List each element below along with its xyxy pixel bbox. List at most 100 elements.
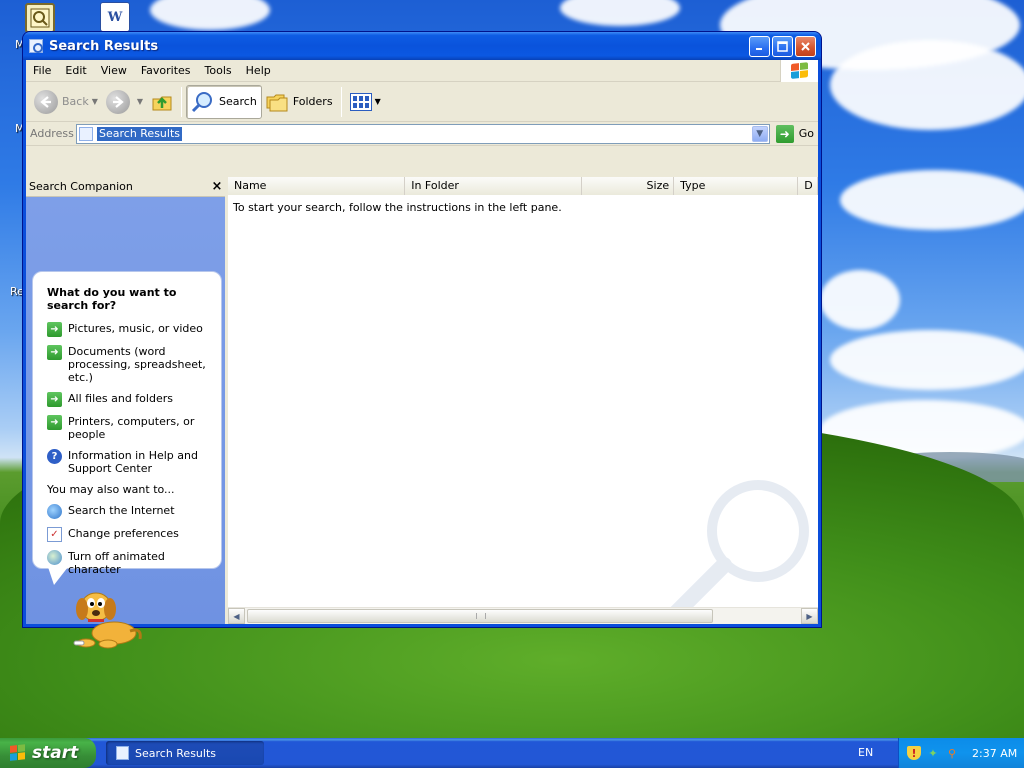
close-button[interactable]	[795, 35, 816, 57]
close-pane-icon[interactable]: ×	[209, 179, 225, 194]
help-icon: ?	[47, 449, 62, 464]
up-folder-button[interactable]	[147, 85, 177, 119]
minimize-icon	[755, 48, 762, 50]
arrow-right-icon: ➜	[47, 392, 62, 407]
toolbar-separator	[340, 86, 342, 117]
menu-bar: File Edit View Favorites Tools Help	[26, 60, 818, 82]
option-printers[interactable]: ➜ Printers, computers, or people	[47, 415, 209, 441]
forward-button[interactable]: ▼	[102, 85, 147, 119]
views-button[interactable]: ▼	[346, 85, 385, 119]
scroll-right-icon[interactable]: ▶	[801, 608, 818, 624]
menu-help[interactable]: Help	[239, 60, 278, 82]
column-name[interactable]: Name	[228, 177, 406, 195]
back-arrow-icon	[34, 89, 58, 114]
column-header: Name In Folder Size Type D	[228, 177, 818, 195]
address-bar: Address Search Results ▼ ➜ Go	[26, 122, 818, 146]
option-label[interactable]: Change preferences	[68, 527, 179, 540]
menu-edit[interactable]: Edit	[58, 60, 93, 82]
scrollbar-thumb[interactable]	[247, 609, 713, 623]
title-bar[interactable]: Search Results	[23, 32, 821, 60]
bubble-tail	[48, 567, 68, 585]
start-button[interactable]: start	[0, 738, 96, 768]
cloud	[560, 0, 680, 26]
preferences-checklist-icon: ✓	[47, 527, 62, 542]
option-label[interactable]: Pictures, music, or video	[68, 322, 203, 335]
option-label[interactable]: Search the Internet	[68, 504, 175, 517]
start-label: start	[32, 743, 79, 763]
folders-button[interactable]: Folders	[262, 85, 337, 119]
option-label[interactable]: Turn off animated character	[68, 550, 209, 576]
option-search-internet[interactable]: Search the Internet	[47, 504, 209, 519]
option-change-preferences[interactable]: ✓ Change preferences	[47, 527, 209, 542]
close-icon	[801, 41, 810, 51]
address-input[interactable]: Search Results ▼	[76, 123, 770, 144]
security-shield-icon[interactable]: !	[907, 746, 921, 760]
folder-up-icon	[151, 91, 173, 113]
taskbar-item-search-results[interactable]: Search Results	[106, 741, 264, 765]
cloud	[150, 0, 270, 30]
back-button[interactable]: Back ▼	[30, 85, 102, 119]
search-results-icon	[29, 39, 43, 53]
address-label: Address	[30, 127, 74, 140]
internet-search-icon	[47, 504, 62, 519]
option-label[interactable]: Printers, computers, or people	[68, 415, 209, 441]
search-companion-body: What do you want to search for? ➜ Pictur…	[26, 197, 225, 649]
menu-favorites[interactable]: Favorites	[134, 60, 198, 82]
results-pane: Name In Folder Size Type D To start your…	[228, 177, 818, 624]
option-label[interactable]: Information in Help and Support Center	[68, 449, 209, 475]
clock: 2:37 AM	[972, 746, 1018, 760]
maximize-button[interactable]	[772, 35, 793, 57]
column-date[interactable]: D	[798, 177, 818, 195]
arrow-right-icon: ➜	[47, 345, 62, 360]
toolbar: Back ▼ ▼ Search Folders ▼	[26, 82, 818, 122]
views-dropdown-icon[interactable]: ▼	[375, 97, 381, 106]
menu-view[interactable]: View	[94, 60, 134, 82]
option-label[interactable]: Documents (word processing, spreadsheet,…	[68, 345, 209, 384]
cloud	[830, 330, 1024, 390]
menu-file[interactable]: File	[26, 60, 58, 82]
network-icon[interactable]: ✦	[926, 746, 940, 760]
minimize-button[interactable]	[749, 35, 770, 57]
option-turn-off-character[interactable]: Turn off animated character	[47, 550, 209, 576]
search-results-icon	[116, 746, 129, 760]
animated-character-icon	[47, 550, 62, 565]
taskbar: start Search Results EN ! ✦ ⚲ 2:37 AM	[0, 738, 1024, 768]
option-all-files[interactable]: ➜ All files and folders	[47, 392, 209, 407]
forward-arrow-icon	[105, 89, 130, 114]
address-dropdown-icon[interactable]: ▼	[751, 125, 768, 142]
window-client: File Edit View Favorites Tools Help Back…	[26, 60, 818, 649]
address-value: Search Results	[97, 126, 183, 141]
column-type[interactable]: Type	[674, 177, 799, 195]
explorer-body: Search Companion × What do you want to s…	[26, 177, 818, 649]
search-watermark-icon	[666, 480, 809, 623]
maximize-icon	[777, 40, 788, 52]
scroll-left-icon[interactable]: ◀	[228, 608, 245, 624]
rover-dog-character-icon[interactable]	[72, 587, 144, 651]
forward-dropdown-icon[interactable]: ▼	[137, 97, 143, 106]
taskbar-item-label: Search Results	[135, 746, 217, 760]
go-button[interactable]: ➜ Go	[775, 124, 814, 143]
search-button[interactable]: Search	[186, 84, 262, 119]
search-companion-pane: Search Companion × What do you want to s…	[26, 177, 228, 649]
desktop-shortcut-icon[interactable]	[25, 3, 55, 33]
search-tray-icon[interactable]: ⚲	[945, 746, 959, 760]
horizontal-scrollbar[interactable]: ◀ ▶	[228, 607, 818, 624]
menu-tools[interactable]: Tools	[198, 60, 239, 82]
column-in-folder[interactable]: In Folder	[405, 177, 583, 195]
column-size[interactable]: Size	[582, 177, 675, 195]
back-label: Back	[62, 95, 89, 108]
search-results-icon	[79, 126, 93, 141]
cloud	[830, 40, 1024, 130]
option-help-center[interactable]: ? Information in Help and Support Center	[47, 449, 209, 475]
back-dropdown-icon[interactable]: ▼	[92, 97, 98, 106]
search-companion-title: Search Companion	[29, 180, 133, 193]
arrow-right-icon: ➜	[47, 415, 62, 430]
option-documents[interactable]: ➜ Documents (word processing, spreadshee…	[47, 345, 209, 384]
arrow-right-icon: ➜	[47, 322, 62, 337]
word-document-icon[interactable]: W	[100, 2, 130, 32]
option-pictures[interactable]: ➜ Pictures, music, or video	[47, 322, 209, 337]
search-label: Search	[219, 95, 257, 108]
go-arrow-icon: ➜	[775, 124, 794, 143]
language-indicator[interactable]: EN	[858, 746, 873, 759]
option-label[interactable]: All files and folders	[68, 392, 173, 405]
